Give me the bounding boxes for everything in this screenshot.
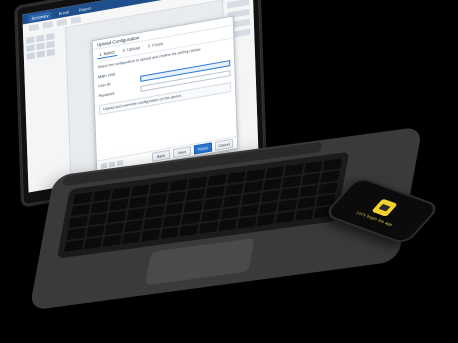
key[interactable] (198, 221, 218, 234)
key[interactable] (186, 188, 206, 201)
key[interactable] (68, 215, 88, 229)
key[interactable] (239, 204, 259, 217)
key[interactable] (220, 207, 240, 220)
key[interactable] (222, 195, 242, 208)
key[interactable] (162, 214, 182, 228)
key[interactable] (318, 182, 338, 195)
page-indicator (116, 159, 124, 167)
key[interactable] (145, 205, 165, 218)
key[interactable] (301, 173, 321, 186)
key[interactable] (169, 179, 189, 192)
key[interactable] (188, 176, 208, 189)
key[interactable] (92, 189, 112, 202)
key[interactable] (282, 175, 302, 188)
key[interactable] (111, 186, 131, 200)
key[interactable] (160, 226, 180, 239)
key[interactable] (121, 231, 141, 245)
key[interactable] (179, 224, 199, 237)
password-label: Password (98, 91, 115, 99)
key[interactable] (102, 234, 122, 247)
finish-button[interactable]: Finish (193, 142, 213, 155)
upload-configuration-dialog: Upload Configuration 1. Select 2. Upload… (91, 15, 239, 174)
key[interactable] (149, 181, 169, 195)
key[interactable] (256, 213, 276, 227)
trackpad[interactable] (144, 237, 255, 286)
key[interactable] (297, 196, 317, 209)
key[interactable] (280, 187, 300, 200)
next-button[interactable]: Next (172, 146, 192, 159)
key[interactable] (104, 222, 124, 235)
key[interactable] (124, 220, 144, 233)
key[interactable] (126, 208, 146, 221)
key[interactable] (277, 199, 297, 212)
key[interactable] (246, 168, 266, 182)
toolbar-button-4[interactable] (70, 16, 81, 25)
key[interactable] (184, 200, 203, 213)
key[interactable] (73, 192, 92, 205)
grid-cell[interactable] (46, 40, 55, 49)
key[interactable] (147, 193, 167, 206)
right-panel-row[interactable] (227, 0, 250, 9)
key[interactable] (320, 170, 340, 183)
key[interactable] (107, 210, 127, 223)
device-mockup-scene: Summary Enroll Report Upload Configurati… (0, 0, 458, 343)
left-panel (23, 26, 72, 193)
grid-cell[interactable] (46, 32, 55, 41)
key[interactable] (322, 158, 342, 171)
dialog-tab-select[interactable]: 1. Select (97, 48, 117, 60)
key[interactable] (263, 178, 283, 191)
key[interactable] (303, 161, 323, 174)
key[interactable] (128, 196, 148, 209)
key[interactable] (299, 184, 319, 198)
cancel-button[interactable]: Cancel (214, 138, 234, 151)
left-grid (26, 32, 63, 60)
key[interactable] (224, 183, 244, 196)
grid-cell[interactable] (36, 42, 45, 51)
key[interactable] (207, 174, 227, 187)
key[interactable] (275, 211, 295, 224)
key[interactable] (64, 239, 84, 252)
page-indicator (108, 161, 116, 168)
key[interactable] (243, 180, 263, 193)
key[interactable] (205, 185, 225, 199)
key[interactable] (70, 204, 90, 217)
key[interactable] (85, 225, 105, 238)
key[interactable] (109, 198, 129, 212)
grid-cell[interactable] (46, 48, 55, 57)
toolbar-button-2[interactable] (42, 21, 53, 29)
key[interactable] (141, 229, 161, 242)
key[interactable] (83, 237, 103, 250)
key[interactable] (90, 201, 110, 214)
grid-cell[interactable] (36, 50, 45, 59)
toolbar-button-3[interactable] (56, 18, 67, 27)
key[interactable] (226, 171, 246, 184)
key[interactable] (218, 218, 238, 232)
printer-icon (371, 198, 399, 217)
key[interactable] (284, 163, 304, 176)
key[interactable] (143, 217, 163, 230)
key[interactable] (201, 209, 221, 222)
key[interactable] (237, 216, 257, 229)
grid-cell[interactable] (36, 34, 45, 43)
dialog-tab-finish[interactable]: 3. Finish (146, 40, 165, 51)
key[interactable] (258, 201, 278, 215)
dialog-tab-upload[interactable]: 2. Upload (121, 44, 142, 56)
grid-cell[interactable] (26, 36, 35, 44)
grid-cell[interactable] (26, 52, 35, 60)
key[interactable] (164, 202, 184, 216)
grid-cell[interactable] (26, 44, 35, 52)
key[interactable] (241, 192, 261, 205)
key[interactable] (260, 190, 280, 203)
key[interactable] (294, 208, 314, 221)
key[interactable] (66, 227, 86, 240)
key[interactable] (130, 184, 150, 197)
key[interactable] (181, 212, 201, 225)
toolbar-button-1[interactable] (28, 23, 39, 32)
key[interactable] (166, 191, 186, 204)
key[interactable] (203, 197, 223, 211)
key[interactable] (265, 166, 285, 179)
key[interactable] (87, 213, 107, 226)
